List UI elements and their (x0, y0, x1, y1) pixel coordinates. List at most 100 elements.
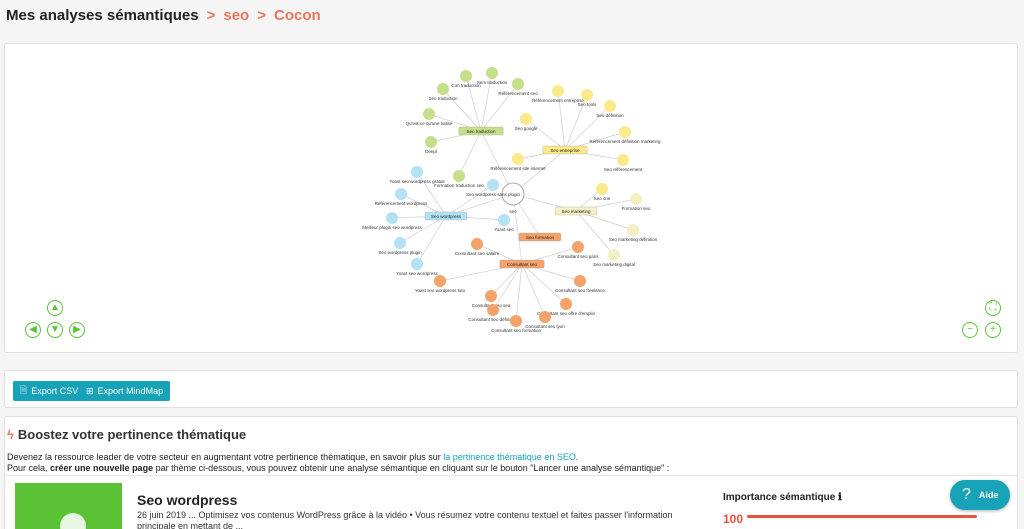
boost-title: Boostez votre pertinence thématique (17, 427, 247, 442)
graph-leaf-node[interactable] (411, 166, 423, 178)
graph-leaf-node[interactable] (560, 298, 572, 310)
card-title[interactable]: Seo wordpress (137, 492, 237, 508)
graph-hub-label: Seo wordpress (431, 214, 462, 219)
breadcrumb-link-seo[interactable]: seo (223, 7, 249, 24)
export-csv-button[interactable]: 🗎 Export CSV (13, 381, 86, 401)
fit-screen-icon[interactable]: ⛶ (985, 300, 1001, 316)
graph-leaf-node[interactable] (539, 311, 551, 323)
graph-leaf-node[interactable] (395, 188, 407, 200)
boost-panel: ϟ Boostez votre pertinence thématique De… (4, 416, 1018, 529)
boost-line2-text: Pour cela, (7, 463, 51, 473)
boost-line1-text: Devenez la ressource leader de votre sec… (7, 452, 444, 462)
pan-down-icon[interactable]: ▼ (47, 322, 63, 338)
zoom-in-icon[interactable]: + (985, 322, 1001, 338)
graph-leaf-node[interactable] (627, 224, 639, 236)
graph-leaf-node[interactable] (581, 89, 593, 101)
graph-leaf-label: Yoast seo (494, 227, 514, 232)
graph-leaf-node[interactable] (574, 275, 586, 287)
graph-leaf-node[interactable] (485, 290, 497, 302)
graph-leaf-node[interactable] (604, 100, 616, 112)
graph-leaf-label: Seo wordpress sans plugin (466, 192, 521, 197)
divider (4, 475, 1018, 476)
graph-leaf-label: Yoast seo wordpress (396, 271, 438, 276)
sitemap-icon: ⊞ (86, 385, 94, 396)
importance-label: Importance sémantique (723, 492, 836, 503)
boost-description: Devenez la ressource leader de votre sec… (7, 452, 669, 474)
graph-leaf-label: Deepl (425, 149, 437, 154)
graph-leaf-node[interactable] (512, 153, 524, 165)
graph-leaf-node[interactable] (386, 212, 398, 224)
graph-leaf-label: Sem traduction (477, 80, 508, 85)
graph-leaf-label: Référencement wordpress (375, 201, 429, 206)
card-thumbnail[interactable] (15, 483, 122, 529)
graph-leaf-label: Meilleur plugin seo wordpress (362, 225, 422, 230)
graph-leaf-node[interactable] (487, 304, 499, 316)
graph-leaf-node[interactable] (619, 126, 631, 138)
export-mindmap-button[interactable]: ⊞ Export MindMap (79, 381, 171, 401)
graph-hub-label: Seo marketing (561, 209, 591, 214)
graph-root-label: seo (509, 209, 517, 214)
graph-leaf-label: Consultant seo freelance (555, 288, 605, 293)
graph-leaf-label: Seo traduction (428, 96, 458, 101)
help-button[interactable]: ? Aide (950, 480, 1010, 510)
graph-leaf-node[interactable] (552, 85, 564, 97)
graph-leaf-label: Seo marketing définition (609, 237, 658, 242)
graph-leaf-node[interactable] (510, 315, 522, 327)
graph-leaf-label: Seo wordpress plugin (378, 250, 422, 255)
graph-edge (445, 184, 494, 217)
graph-leaf-node[interactable] (512, 78, 524, 90)
graph-edge (490, 263, 523, 297)
graph-leaf-node[interactable] (434, 275, 446, 287)
page-title: Mes analyses sémantiques (6, 7, 199, 24)
boost-heading: ϟ Boostez votre pertinence thématique (7, 427, 246, 442)
pertinence-link[interactable]: la pertinence thématique en SEO (443, 452, 576, 462)
graph-leaf-node[interactable] (498, 214, 510, 226)
info-icon[interactable]: ℹ (838, 492, 842, 503)
graph-leaf-node[interactable] (411, 258, 423, 270)
graph-leaf-node[interactable] (572, 241, 584, 253)
graph-leaf-node[interactable] (520, 113, 532, 125)
help-label: Aide (978, 490, 999, 500)
zoom-out-icon[interactable]: − (962, 322, 978, 338)
importance-bar (747, 515, 977, 518)
file-icon: 🗎 (20, 385, 28, 395)
graph-leaf-node[interactable] (453, 170, 465, 182)
graph-edge (416, 215, 447, 265)
graph-leaf-node[interactable] (487, 179, 499, 191)
graph-leaf-node[interactable] (486, 67, 498, 79)
graph-leaf-node[interactable] (460, 70, 472, 82)
graph-leaf-node[interactable] (471, 238, 483, 250)
graph-leaf-label: Référencement seo (498, 91, 538, 96)
graph-leaf-node[interactable] (608, 249, 620, 261)
graph-leaf-label: Yoast seo wordpress gratuit (389, 179, 445, 184)
cocon-graph-panel: seo Seo traduction Con traduction Sem tradu… (4, 43, 1018, 353)
new-page-emphasis: créer une nouvelle page (50, 463, 154, 473)
export-panel: 🗎 Export CSV ⊞ Export MindMap (4, 370, 1018, 408)
semantic-graph[interactable]: seoSeo traductionCon traductionSem tradu… (5, 44, 1017, 352)
boost-line2-suffix: par thème ci-dessous, vous pouvez obteni… (153, 463, 670, 473)
graph-leaf-node[interactable] (617, 154, 629, 166)
pan-up-icon[interactable]: ▲ (47, 300, 63, 316)
graph-leaf-label: Seo google (515, 126, 538, 131)
graph-leaf-node[interactable] (423, 108, 435, 120)
graph-leaf-label: Référencement définition marketing (589, 139, 661, 144)
graph-leaf-node[interactable] (425, 136, 437, 148)
graph-hub-label: Seo traduction (466, 129, 496, 134)
graph-leaf-label: Yoast seo wordpress tuto (415, 288, 466, 293)
pan-left-icon[interactable]: ◀ (25, 322, 41, 338)
graph-hub-label: Consultant seo (507, 262, 538, 267)
graph-leaf-node[interactable] (596, 183, 608, 195)
breadcrumb-current-cocon: Cocon (274, 7, 321, 24)
graph-leaf-node[interactable] (437, 83, 449, 95)
graph-leaf-label: Formation seo (622, 206, 651, 211)
pan-right-icon[interactable]: ▶ (69, 322, 85, 338)
graph-leaf-label: Référencement site internet (490, 166, 546, 171)
graph-leaf-node[interactable] (394, 237, 406, 249)
graph-leaf-label: Seo marketing digital (593, 262, 635, 267)
export-mindmap-label: Export MindMap (97, 386, 164, 396)
graph-leaf-node[interactable] (630, 193, 642, 205)
bolt-icon: ϟ (7, 427, 14, 442)
card-description: 26 juin 2019 ... Optimisez vos contenus … (137, 510, 673, 529)
importance-value: 100 (723, 512, 744, 526)
graph-edge (521, 263, 546, 318)
